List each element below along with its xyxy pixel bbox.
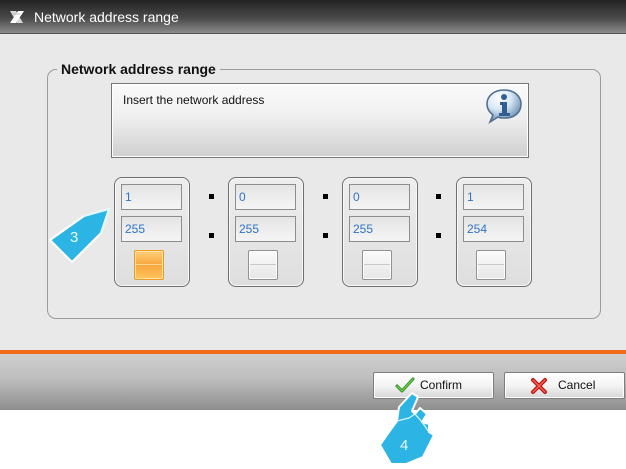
octet-1-end-field[interactable]: 255 [121, 216, 182, 242]
dialog-content: Network address range Insert the network… [0, 34, 626, 354]
network-address-range-dialog: Network address range Network address ra… [0, 0, 626, 410]
screenshot-page: Network address range Network address ra… [0, 0, 626, 469]
window-title-bar: Network address range [0, 0, 626, 34]
dot-separator-icon [323, 233, 328, 238]
x-icon [531, 378, 547, 394]
octet-1-start-field[interactable]: 1 [121, 184, 182, 210]
octet-range-2: 0 255 [228, 177, 304, 287]
octet-range-4: 1 254 [456, 177, 532, 287]
octet-3-select-toggle[interactable] [362, 250, 392, 280]
octet-range-1: 1 255 [114, 177, 190, 287]
dot-separator-icon [436, 194, 441, 199]
dot-separator-icon [209, 194, 214, 199]
confirm-button[interactable]: Confirm [373, 372, 494, 399]
octet-2-start-field[interactable]: 0 [235, 184, 296, 210]
window-title: Network address range [34, 9, 179, 25]
octet-4-end-field[interactable]: 254 [463, 216, 524, 242]
cancel-button[interactable]: Cancel [504, 372, 625, 399]
octet-2-select-toggle[interactable] [248, 250, 278, 280]
step-4-number: 4 [400, 437, 409, 454]
check-icon [395, 377, 415, 393]
octet-1-select-toggle[interactable] [134, 250, 164, 280]
instruction-panel: Insert the network address [111, 83, 529, 158]
dot-separator-icon [436, 233, 441, 238]
cancel-button-label: Cancel [558, 378, 596, 392]
dot-separator-icon [209, 233, 214, 238]
confirm-button-label: Confirm [420, 378, 463, 392]
dot-separator-icon [323, 194, 328, 199]
octet-4-start-field[interactable]: 1 [463, 184, 524, 210]
octet-2-end-field[interactable]: 255 [235, 216, 296, 242]
octet-3-start-field[interactable]: 0 [349, 184, 410, 210]
app-logo-icon [10, 11, 24, 23]
info-icon [486, 89, 522, 124]
group-title: Network address range [57, 59, 220, 79]
octet-4-select-toggle[interactable] [476, 250, 506, 280]
instruction-text: Insert the network address [123, 93, 265, 107]
dialog-footer: Confirm Cancel [0, 354, 626, 410]
octet-3-end-field[interactable]: 255 [349, 216, 410, 242]
octet-range-3: 0 255 [342, 177, 418, 287]
